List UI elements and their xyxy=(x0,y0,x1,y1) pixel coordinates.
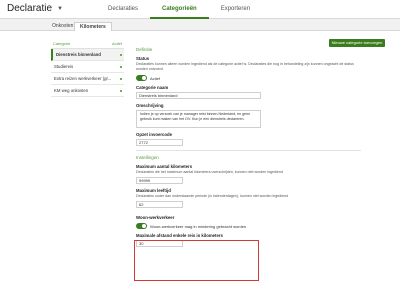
woon-werk-toggle-row: Woon-werkverkeer mag in mindering gebrac… xyxy=(136,223,361,229)
status-toggle-label: Actief xyxy=(150,75,161,81)
status-label: Status xyxy=(136,56,150,61)
app-title-label: Declaratie xyxy=(7,3,53,14)
status-description: Declaraties kunnen alleen worden ingedie… xyxy=(136,62,354,71)
sidebar-item-label: Dienstreis binnenland xyxy=(56,52,101,57)
sidebar-item-label: Studiereis xyxy=(54,64,74,69)
status-toggle-row: Actief xyxy=(136,75,361,81)
divider xyxy=(136,150,361,151)
section-instellingen: Instellingen xyxy=(136,155,159,160)
sidebar-header: Categorie Actief xyxy=(51,41,124,49)
max-age-input[interactable]: 62 xyxy=(136,201,183,208)
sidebar-item-label: KM weg onkosten xyxy=(54,88,89,93)
chevron-down-icon: ▼ xyxy=(57,5,63,12)
active-dot-icon xyxy=(120,90,122,92)
name-input[interactable]: Dienstreis binnenland xyxy=(136,92,261,99)
active-dot-icon xyxy=(120,66,122,68)
sidebar-header-active: Actief xyxy=(111,41,122,46)
woon-werk-label: Woon-werkverkeer xyxy=(136,215,175,220)
max-age-label: Maximum leeftijd xyxy=(136,188,171,193)
active-dot-icon xyxy=(120,78,122,80)
max-age-description: Declaraties ouder dan onderstaande perio… xyxy=(136,194,289,198)
nav-declaraties[interactable]: Declaraties xyxy=(96,0,150,19)
tab-kilometers[interactable]: Kilometers xyxy=(74,22,112,31)
sidebar-item-studiereis[interactable]: Studiereis xyxy=(51,61,124,73)
section-definitie: Definitie xyxy=(136,47,153,52)
max-km-input[interactable]: 99999 xyxy=(136,177,183,184)
omschrijving-textarea[interactable]: Indien je op verzoek van je manager reis… xyxy=(136,110,261,128)
nav-categorieen[interactable]: Categorieën xyxy=(150,0,209,19)
highlight-box xyxy=(134,240,259,281)
sidebar-header-category: Categorie xyxy=(53,41,71,46)
max-km-label: Maximum aantal kilometers xyxy=(136,164,193,169)
sidebar-item-extra-reizen[interactable]: Extra reizen werkverkeer (gr... xyxy=(51,73,124,85)
invoercode-label: Opzet invoercode xyxy=(136,132,173,137)
app-title[interactable]: Declaratie ▼ xyxy=(7,3,63,14)
name-label: Categorie naam xyxy=(136,85,169,90)
sidebar-item-dienstreis[interactable]: Dienstreis binnenland xyxy=(51,49,124,61)
category-sidebar: Categorie Actief Dienstreis binnenland S… xyxy=(51,41,124,97)
max-dist-label: Maximale afstand enkele reis in kilomete… xyxy=(136,233,223,238)
new-category-button[interactable]: Nieuwe categorie toevoegen xyxy=(329,39,385,47)
sub-tabs: Onkosten Kilometers xyxy=(0,19,400,31)
top-bar: Declaratie ▼ Declaraties Categorieën Exp… xyxy=(0,0,400,19)
invoercode-input[interactable]: 2772 xyxy=(136,139,183,146)
main-nav: Declaraties Categorieën Exporteren xyxy=(96,0,262,19)
woon-werk-toggle-label: Woon-werkverkeer mag in mindering gebrac… xyxy=(150,223,247,229)
active-dot-icon xyxy=(120,54,122,56)
toggle-knob xyxy=(142,224,146,228)
status-toggle[interactable] xyxy=(136,75,147,81)
toggle-knob xyxy=(142,76,146,80)
sidebar-item-label: Extra reizen werkverkeer (gr... xyxy=(54,76,112,81)
woon-werk-toggle[interactable] xyxy=(136,223,147,229)
sidebar-item-km-weg[interactable]: KM weg onkosten xyxy=(51,85,124,97)
omschrijving-label: Omschrijving xyxy=(136,103,164,108)
max-km-description: Declaraties die het maximum aantal kilom… xyxy=(136,170,283,174)
category-form: Definitie Status Declaraties kunnen alle… xyxy=(136,47,361,247)
nav-exporteren[interactable]: Exporteren xyxy=(209,0,262,19)
